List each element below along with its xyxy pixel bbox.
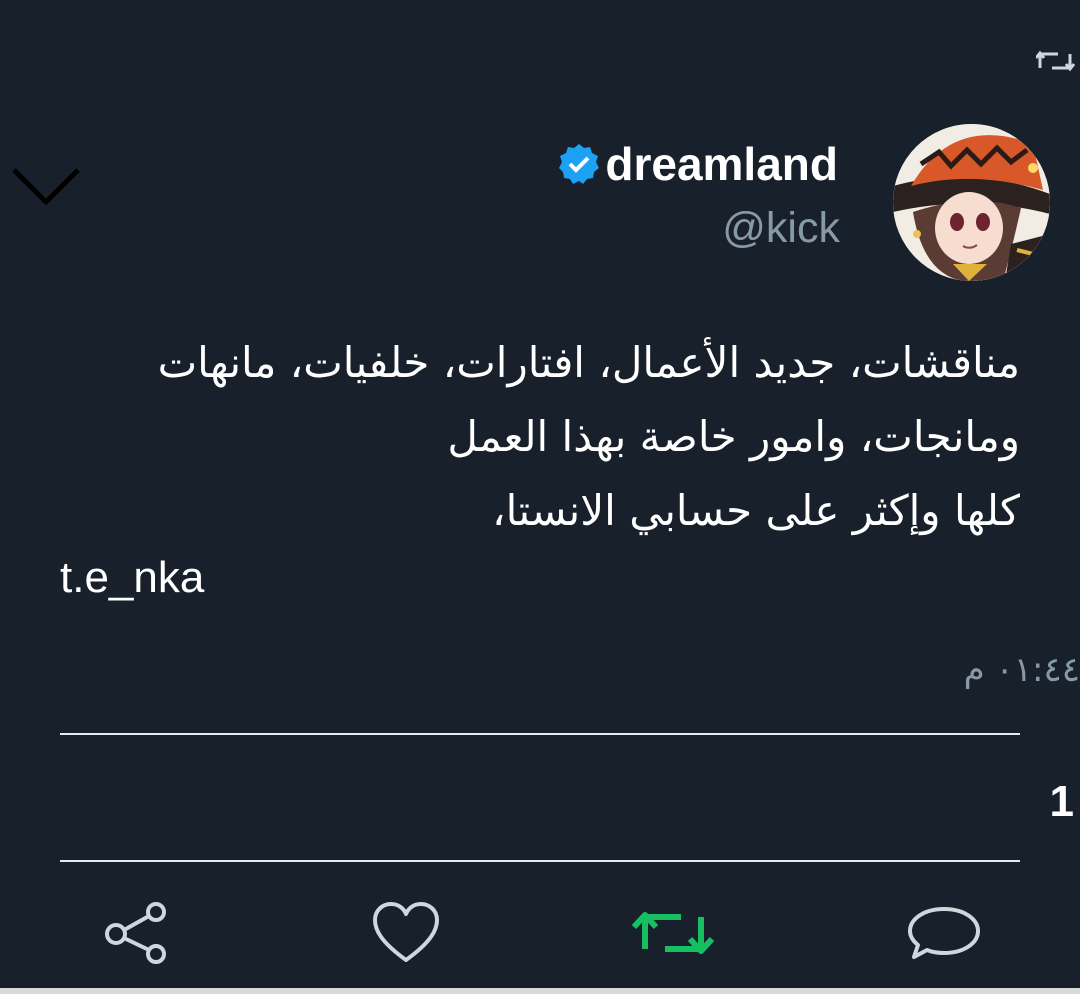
- retweet-button[interactable]: [631, 898, 715, 972]
- avatar[interactable]: [893, 124, 1050, 281]
- stat-count[interactable]: 1: [1050, 776, 1074, 828]
- like-button[interactable]: [366, 898, 446, 972]
- tweet-text-line: مناقشات، جديد الأعمال، افتارات، خلفيات، …: [157, 338, 1020, 387]
- divider: [60, 860, 1020, 862]
- share-icon: [101, 898, 171, 972]
- tweet-text-line: كلها وإكثر على حسابي الانستا،: [492, 486, 1020, 535]
- tweet-timestamp: ٠١:٤٤ م: [963, 650, 1080, 690]
- user-handle[interactable]: @kick: [722, 200, 840, 256]
- bottom-edge: [0, 988, 1080, 994]
- heart-icon: [371, 900, 441, 970]
- reply-button[interactable]: [904, 898, 984, 972]
- tweet-link[interactable]: t.e_nka: [60, 548, 204, 608]
- verified-badge-icon: [557, 142, 601, 186]
- reply-icon: [906, 901, 982, 969]
- retweet-icon: [631, 903, 715, 967]
- display-name[interactable]: dreamland: [605, 134, 838, 194]
- chevron-down-icon[interactable]: [10, 160, 82, 210]
- tweet-text: مناقشات، جديد الأعمال، افتارات، خلفيات، …: [58, 326, 1020, 548]
- share-button[interactable]: [96, 898, 176, 972]
- display-name-row: dreamland: [557, 134, 838, 194]
- retweet-icon[interactable]: [1034, 46, 1080, 76]
- tweet-text-line: ومانجات، وامور خاصة بهذا العمل: [447, 412, 1020, 461]
- divider: [60, 733, 1020, 735]
